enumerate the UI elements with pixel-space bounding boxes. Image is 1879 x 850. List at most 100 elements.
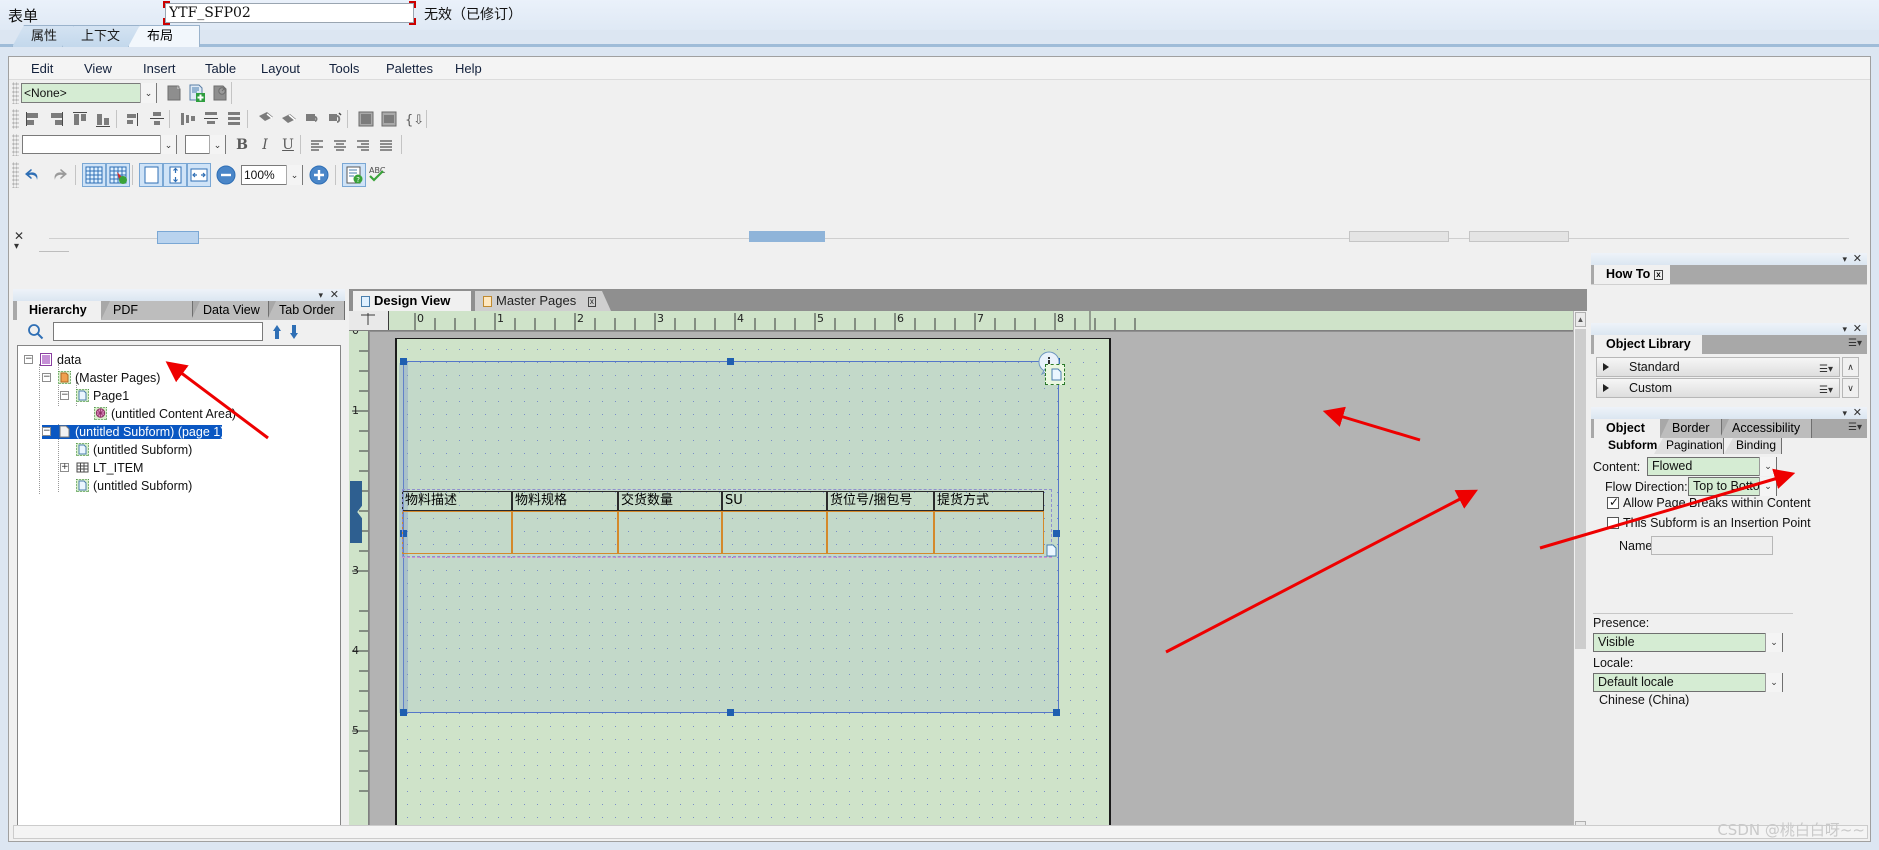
- chevron-down-icon[interactable]: ⌄: [140, 83, 156, 103]
- resize-handle-bc[interactable]: [727, 709, 734, 716]
- canvas-vertical-scrollbar[interactable]: ▲ ▼: [1573, 311, 1587, 837]
- undo-button[interactable]: [21, 163, 47, 187]
- send-to-back-button[interactable]: [278, 108, 300, 130]
- toolbar-grip-1[interactable]: [12, 82, 19, 104]
- name-input[interactable]: [1651, 536, 1773, 555]
- tab-design-view[interactable]: Design View: [353, 291, 471, 311]
- insertion-point-checkbox[interactable]: [1607, 517, 1619, 529]
- library-group-custom[interactable]: Custom ☰▾: [1596, 378, 1840, 398]
- new-form-button[interactable]: [163, 82, 185, 104]
- toolbar-grip-2[interactable]: [12, 109, 19, 129]
- menu-view[interactable]: View: [84, 61, 112, 76]
- expander-icon[interactable]: −: [42, 373, 51, 382]
- zoom-in-button[interactable]: [307, 163, 331, 187]
- snap-to-grid-button[interactable]: [106, 163, 130, 187]
- menu-tools[interactable]: Tools: [329, 61, 359, 76]
- panel-menu-icon[interactable]: ▾: [1842, 408, 1847, 419]
- make-same-height-button[interactable]: [378, 108, 400, 130]
- subform-marker-top[interactable]: [1045, 364, 1065, 385]
- align-center-horizontal-button[interactable]: [146, 108, 168, 130]
- design-canvas[interactable]: 物料描述 物料规格 交货数量 SU 货位号/捆包号 提货方式: [370, 332, 1573, 837]
- menu-help[interactable]: Help: [455, 61, 482, 76]
- library-scroll-up-button[interactable]: ∧: [1842, 357, 1859, 377]
- align-right-button[interactable]: [45, 108, 67, 130]
- distribute-vertical-button[interactable]: [200, 108, 222, 130]
- subtab-pagination[interactable]: Pagination: [1654, 438, 1724, 454]
- ungroup-button[interactable]: [324, 108, 346, 130]
- text-align-center-button[interactable]: [329, 134, 351, 156]
- align-center-vertical-button[interactable]: [123, 108, 145, 130]
- tab-border[interactable]: Border: [1660, 419, 1722, 438]
- subtab-binding[interactable]: Binding: [1724, 438, 1782, 454]
- fit-width-button[interactable]: [187, 163, 211, 187]
- group-button[interactable]: [301, 108, 323, 130]
- doc-thumb-2[interactable]: [749, 231, 825, 242]
- underline-button[interactable]: U: [277, 134, 299, 156]
- menu-edit[interactable]: Edit: [31, 61, 53, 76]
- align-top-button[interactable]: [69, 108, 91, 130]
- text-align-right-button[interactable]: [352, 134, 374, 156]
- bring-to-front-button[interactable]: [255, 108, 277, 130]
- distribute-space-button[interactable]: [223, 108, 245, 130]
- panel-menu-icon[interactable]: ▾: [318, 290, 323, 301]
- tab-pdf-structure[interactable]: PDF Structure: [101, 301, 193, 320]
- expander-icon[interactable]: −: [60, 391, 69, 400]
- redo-button[interactable]: [47, 163, 73, 187]
- resize-handle-tl[interactable]: [400, 358, 407, 365]
- zoom-combo[interactable]: 100% ⌄: [241, 165, 303, 185]
- chevron-down-icon[interactable]: ⌄: [160, 135, 176, 154]
- library-options-icon[interactable]: ☰▾: [1848, 338, 1862, 349]
- tree-node-subform-page1[interactable]: − (untitled Subform) (page 1): [42, 425, 224, 439]
- group-menu-icon[interactable]: ☰▾: [1819, 382, 1833, 400]
- distribute-horizontal-button[interactable]: [177, 108, 199, 130]
- panel-menu-icon[interactable]: ▾: [1842, 324, 1847, 335]
- zoom-out-button[interactable]: [214, 163, 238, 187]
- presence-dropdown[interactable]: Visible ⌄: [1593, 633, 1783, 652]
- subform-marker-bottom[interactable]: [1045, 544, 1061, 558]
- close-icon[interactable]: x: [588, 297, 596, 307]
- form-guide-button[interactable]: ?: [342, 163, 366, 187]
- panel-menu-icon[interactable]: ▾: [1842, 254, 1847, 265]
- menu-palettes[interactable]: Palettes: [386, 61, 433, 76]
- tab-how-to[interactable]: How To x: [1594, 265, 1670, 284]
- menu-layout[interactable]: Layout: [261, 61, 300, 76]
- text-align-left-button[interactable]: [306, 134, 328, 156]
- tab-data-view[interactable]: Data View: [191, 301, 269, 320]
- chevron-down-icon[interactable]: ▾: [14, 241, 19, 252]
- resize-handle-tc[interactable]: [727, 358, 734, 365]
- menu-insert[interactable]: Insert: [143, 61, 176, 76]
- doc-thumb-4[interactable]: [1469, 231, 1569, 242]
- chevron-down-icon[interactable]: ⌄: [209, 135, 225, 154]
- move-up-icon[interactable]: [271, 323, 283, 344]
- font-size-combo[interactable]: ⌄: [185, 135, 226, 154]
- fit-page-button[interactable]: [139, 163, 163, 187]
- library-group-standard[interactable]: Standard ☰▾: [1596, 357, 1840, 377]
- toolbar-grip-3[interactable]: [12, 134, 19, 156]
- bold-button[interactable]: B: [231, 134, 253, 156]
- form-page[interactable]: 物料描述 物料规格 交货数量 SU 货位号/捆包号 提货方式: [395, 338, 1111, 837]
- group-menu-icon[interactable]: ☰▾: [1819, 361, 1833, 379]
- show-grid-button[interactable]: [82, 163, 106, 187]
- expander-icon[interactable]: −: [24, 355, 33, 364]
- locale-dropdown[interactable]: Default locale ⌄: [1593, 673, 1783, 692]
- hierarchy-tree[interactable]: − data − (Master Pages) − Page1 (untitle…: [17, 345, 341, 833]
- tab-accessibility[interactable]: Accessibility: [1720, 419, 1812, 438]
- library-scroll-down-button[interactable]: ∨: [1842, 378, 1859, 398]
- fit-height-button[interactable]: [163, 163, 187, 187]
- close-icon[interactable]: ✕: [1853, 406, 1862, 419]
- form-properties-button[interactable]: [209, 82, 231, 104]
- hierarchy-search-input[interactable]: [53, 322, 263, 341]
- resize-handle-br[interactable]: [1053, 709, 1060, 716]
- chevron-down-icon[interactable]: ⌄: [1759, 457, 1776, 476]
- form-name-input[interactable]: [165, 3, 414, 23]
- menu-table[interactable]: Table: [205, 61, 236, 76]
- align-bottom-button[interactable]: [92, 108, 114, 130]
- sap-tab-layout[interactable]: 布局: [128, 25, 200, 47]
- make-same-width-button[interactable]: [355, 108, 377, 130]
- align-left-button[interactable]: [22, 108, 44, 130]
- italic-button[interactable]: I: [254, 134, 276, 156]
- scroll-up-button[interactable]: ▲: [1575, 312, 1586, 327]
- style-combo[interactable]: <None> ⌄: [21, 83, 157, 103]
- search-icon[interactable]: [27, 323, 44, 343]
- resize-handle-bl[interactable]: [400, 709, 407, 716]
